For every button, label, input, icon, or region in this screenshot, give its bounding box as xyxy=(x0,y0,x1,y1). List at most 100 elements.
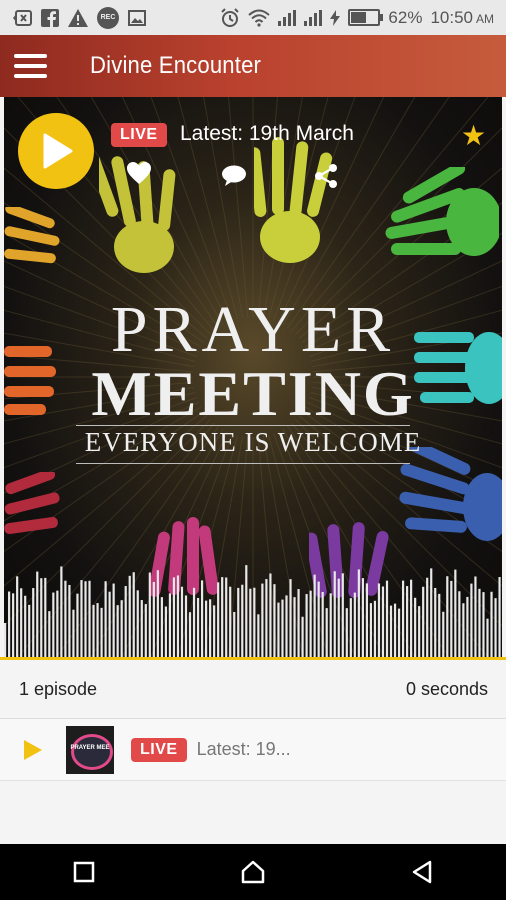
warning-icon xyxy=(68,8,88,27)
waveform-bar xyxy=(108,591,111,658)
waveform-bar xyxy=(84,581,87,658)
list-empty-space xyxy=(0,781,506,844)
rec-icon: REC xyxy=(97,6,119,29)
waveform-bar xyxy=(365,583,368,658)
live-badge: LIVE xyxy=(111,123,167,147)
waveform-bar xyxy=(168,593,172,658)
waveform-bar xyxy=(498,577,501,658)
waveform-bar xyxy=(297,589,300,658)
heart-icon[interactable] xyxy=(126,161,152,185)
app-bar: Divine Encounter xyxy=(0,35,506,97)
episode-summary: 1 episode 0 seconds xyxy=(0,660,506,719)
waveform-bar xyxy=(44,577,47,658)
waveform-bar xyxy=(406,586,409,658)
waveform-bar xyxy=(261,583,264,658)
audio-waveform xyxy=(4,565,501,658)
waveform-bar xyxy=(309,590,312,658)
home-button[interactable] xyxy=(223,844,283,900)
waveform-bar xyxy=(426,577,429,658)
waveform-bar xyxy=(233,612,236,658)
square-icon xyxy=(74,861,95,883)
waveform-bar xyxy=(385,580,389,658)
waveform-bar xyxy=(414,597,417,658)
now-playing-title: Latest: 19th March xyxy=(180,122,354,145)
waveform-bar xyxy=(337,578,340,658)
waveform-bar xyxy=(474,576,477,658)
waveform-bar xyxy=(221,577,224,658)
waveform-bar xyxy=(205,600,208,658)
waveform-bar xyxy=(285,595,288,658)
waveform-bar xyxy=(281,599,284,658)
waveform-bar xyxy=(401,580,405,658)
waveform-bar xyxy=(132,572,135,658)
waveform-bar xyxy=(100,607,103,658)
waveform-bar xyxy=(377,583,381,658)
episode-play-icon[interactable] xyxy=(24,739,42,760)
comment-icon[interactable] xyxy=(221,165,247,187)
waveform-bar xyxy=(176,575,180,658)
waveform-bar xyxy=(112,583,115,658)
waveform-bar xyxy=(273,584,276,658)
waveform-bar xyxy=(422,586,425,658)
alarm-icon xyxy=(221,7,240,27)
menu-icon[interactable] xyxy=(0,35,60,97)
waveform-bar xyxy=(361,578,364,658)
facebook-icon xyxy=(41,8,59,27)
back-triangle-icon xyxy=(412,860,431,884)
podcast-artwork: PRAYER MEETING EVERYONE IS WELCOME LIVE … xyxy=(4,97,502,658)
waveform-bar xyxy=(4,623,7,658)
share-icon[interactable] xyxy=(313,163,339,189)
waveform-bar xyxy=(192,587,196,658)
waveform-bar xyxy=(442,611,445,658)
waveform-bar xyxy=(88,580,91,658)
waveform-bar xyxy=(317,581,320,658)
waveform-bar xyxy=(200,580,204,658)
list-item[interactable]: PRAYER MEE LIVE Latest: 19... xyxy=(0,719,506,781)
waveform-bar xyxy=(241,584,244,658)
hand-icon xyxy=(254,137,333,263)
waveform-bar xyxy=(28,604,31,658)
waveform-bar xyxy=(257,614,260,658)
waveform-bar xyxy=(470,583,473,658)
hand-icon xyxy=(4,472,60,535)
waveform-bar xyxy=(152,581,155,658)
episode-count: 1 episode xyxy=(19,678,98,699)
waveform-bar xyxy=(64,580,67,658)
waveform-bar xyxy=(313,574,316,658)
waveform-bar xyxy=(418,606,421,658)
waveform-bar xyxy=(92,604,95,658)
back-icon xyxy=(13,9,32,26)
waveform-bar xyxy=(289,579,292,658)
waveform-bar xyxy=(96,603,99,658)
waveform-bar xyxy=(446,576,449,658)
waveform-bar xyxy=(486,618,489,658)
play-button[interactable] xyxy=(18,113,94,189)
back-button[interactable] xyxy=(392,844,452,900)
waveform-bar xyxy=(36,571,39,658)
waveform-bar xyxy=(329,593,332,658)
waveform-bar xyxy=(265,579,268,658)
waveform-bar xyxy=(389,605,393,658)
play-icon xyxy=(43,133,73,169)
waveform-bar xyxy=(393,603,397,658)
waveform-bar xyxy=(434,587,437,658)
signal-icon xyxy=(278,9,297,26)
waveform-bar xyxy=(373,600,377,658)
waveform-bar xyxy=(180,586,184,658)
waveform-bar xyxy=(156,570,159,658)
favorite-star-icon[interactable]: ★ xyxy=(461,119,486,152)
waveform-bar xyxy=(450,580,453,658)
waveform-bar xyxy=(24,595,27,658)
waveform-bar xyxy=(466,596,469,658)
waveform-bar xyxy=(52,592,55,658)
signal-icon xyxy=(304,9,323,26)
waveform-bar xyxy=(494,598,497,658)
waveform-bar xyxy=(60,566,63,658)
waveform-bar xyxy=(490,591,493,658)
waveform-bar xyxy=(482,592,485,658)
episode-title: Latest: 19... xyxy=(196,739,291,759)
waveform-bar xyxy=(305,594,308,658)
recent-apps-button[interactable] xyxy=(54,844,114,900)
waveform-bar xyxy=(462,603,465,658)
waveform-bar xyxy=(48,611,51,658)
